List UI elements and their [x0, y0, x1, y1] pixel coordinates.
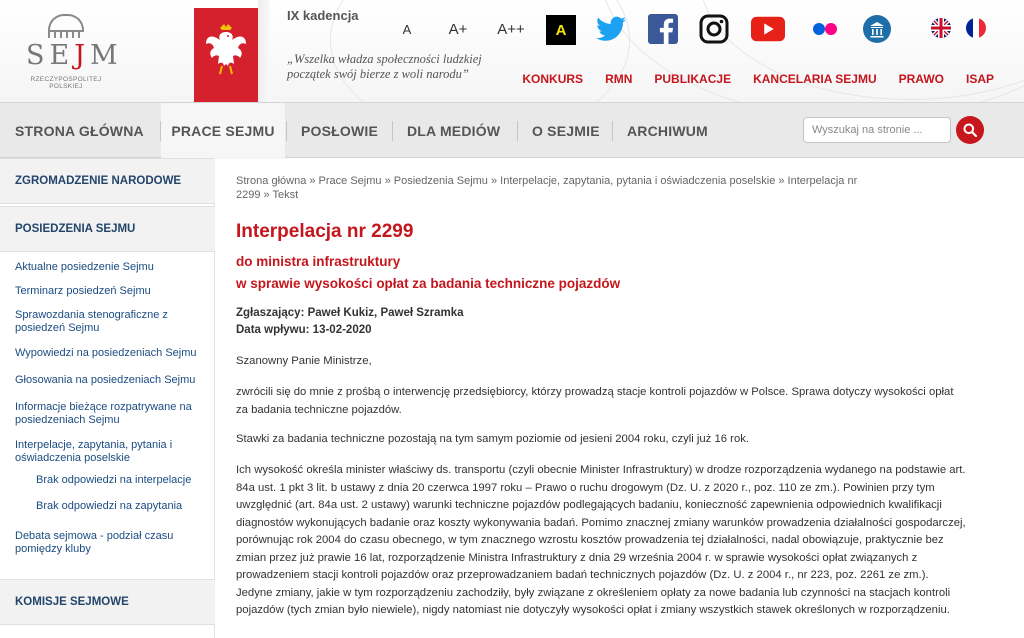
nav-strona-glowna[interactable]: STRONA GŁÓWNA [15, 103, 144, 159]
sidebar-head-zgromadzenie[interactable]: ZGROMADZENIE NARODOWE [0, 158, 215, 204]
paragraph-2: Stawki za badania techniczne pozostają n… [236, 433, 750, 445]
nav-o-sejmie[interactable]: O SEJMIE [532, 103, 600, 159]
page-header: SEJM RZECZYPOSPOLITEJ POLSKIEJ IX kadenc… [0, 0, 1024, 102]
white-eagle-icon [206, 24, 246, 75]
nav-poslowie[interactable]: POSŁOWIE [301, 103, 378, 159]
subject: w sprawie wysokości opłat za badania tec… [236, 276, 621, 291]
breadcrumb-line-2[interactable]: 2299 » Tekst [236, 188, 906, 202]
museum-icon[interactable] [860, 12, 894, 46]
sidebar-link-interpelacje[interactable]: Interpelacje, zapytania, pytania i oświa… [15, 439, 195, 465]
instagram-icon[interactable] [697, 12, 731, 46]
youtube-icon[interactable] [751, 12, 785, 46]
submitters: Zgłaszający: Paweł Kukiz, Paweł Szramka [236, 307, 464, 319]
link-isap[interactable]: ISAP [966, 72, 994, 86]
sidebar-link-informacje-biezace[interactable]: Informacje bieżące rozpatrywane na posie… [15, 401, 205, 427]
nav-archiwum[interactable]: ARCHIWUM [627, 103, 708, 159]
nav-divider [612, 121, 613, 141]
motto-line-1: „Wszelka władza społeczności ludzkiej [287, 52, 482, 66]
term-label: IX kadencja [287, 8, 359, 23]
sidebar-sublink-brak-interpelacje[interactable]: Brak odpowiedzi na interpelacje [36, 474, 191, 486]
salutation: Szanowny Panie Ministrze, [236, 355, 372, 367]
motto-quote: „Wszelka władza społeczności ludzkiej po… [287, 52, 517, 82]
nav-divider [286, 121, 287, 141]
motto-line-2: początek swój bierze z woli narodu” [287, 67, 469, 81]
facebook-icon[interactable] [646, 12, 680, 46]
link-rmn[interactable]: RMN [605, 72, 632, 86]
sidebar-head-posiedzenia[interactable]: POSIEDZENIA SEJMU [0, 206, 215, 252]
breadcrumb-line-1[interactable]: Strona główna » Prace Sejmu » Posiedzeni… [236, 174, 906, 188]
font-size-xlarge-label: A++ [497, 20, 525, 38]
logo-word: SEJM [26, 40, 123, 71]
flag-shadow [258, 0, 270, 102]
poland-flag-emblem [194, 0, 258, 102]
french-flag-icon[interactable] [966, 18, 986, 38]
link-kancelaria-sejmu[interactable]: KANCELARIA SEJMU [753, 72, 877, 86]
font-size-large-button[interactable]: A+ [441, 14, 475, 44]
high-contrast-button[interactable]: A [546, 15, 576, 45]
sejm-logo[interactable]: SEJM RZECZYPOSPOLITEJ POLSKIEJ [26, 14, 123, 90]
font-size-large-label: A+ [448, 20, 468, 38]
breadcrumb: Strona główna » Prace Sejmu » Posiedzeni… [236, 174, 906, 202]
sidebar-link-debata[interactable]: Debata sejmowa - podział czasu pomiędzy … [15, 530, 180, 556]
top-links: KONKURS RMN PUBLIKACJE KANCELARIA SEJMU … [500, 72, 994, 86]
addressee: do ministra infrastruktury [236, 254, 401, 269]
link-prawo[interactable]: PRAWO [899, 72, 944, 86]
nav-dla-mediow[interactable]: DLA MEDIÓW [407, 103, 500, 159]
link-konkurs[interactable]: KONKURS [522, 72, 583, 86]
contrast-label: A [555, 21, 567, 39]
sidebar-link-terminarz[interactable]: Terminarz posiedzeń Sejmu [15, 285, 205, 298]
english-flag-icon[interactable] [931, 18, 951, 38]
nav-divider [392, 121, 393, 141]
font-size-normal-button[interactable]: A [393, 14, 421, 44]
page-title: Interpelacja nr 2299 [236, 221, 414, 242]
search-input[interactable]: Wyszukaj na stronie ... [803, 117, 951, 143]
font-size-normal-label: A [402, 21, 412, 37]
submission-date: Data wpływu: 13-02-2020 [236, 324, 372, 336]
flickr-icon[interactable] [808, 12, 842, 46]
sidebar-link-sprawozdania[interactable]: Sprawozdania stenograficzne z posiedzeń … [15, 309, 190, 335]
nav-prace-sejmu[interactable]: PRACE SEJMU [161, 103, 285, 159]
nav-divider [517, 121, 518, 141]
sidebar-head-komisje[interactable]: KOMISJE SEJMOWE [0, 579, 215, 625]
sidebar: ZGROMADZENIE NARODOWE POSIEDZENIA SEJMU … [0, 158, 215, 638]
paragraph-3: Ich wysokość określa minister właściwy d… [236, 464, 966, 616]
paragraph-1: zwrócili się do mnie z prośbą o interwen… [236, 386, 954, 416]
search-icon [963, 123, 977, 137]
sidebar-link-glosowania[interactable]: Głosowania na posiedzeniach Sejmu [15, 374, 205, 387]
sidebar-link-wypowiedzi[interactable]: Wypowiedzi na posiedzeniach Sejmu [15, 347, 205, 360]
sidebar-link-aktualne-posiedzenie[interactable]: Aktualne posiedzenie Sejmu [15, 261, 205, 274]
font-size-xlarge-button[interactable]: A++ [491, 14, 531, 44]
sidebar-sublink-brak-zapytania[interactable]: Brak odpowiedzi na zapytania [36, 500, 182, 512]
twitter-icon[interactable] [594, 12, 628, 46]
logo-subtitle: RZECZYPOSPOLITEJ POLSKIEJ [30, 76, 102, 90]
search-button[interactable] [956, 116, 984, 144]
link-publikacje[interactable]: PUBLIKACJE [654, 72, 731, 86]
